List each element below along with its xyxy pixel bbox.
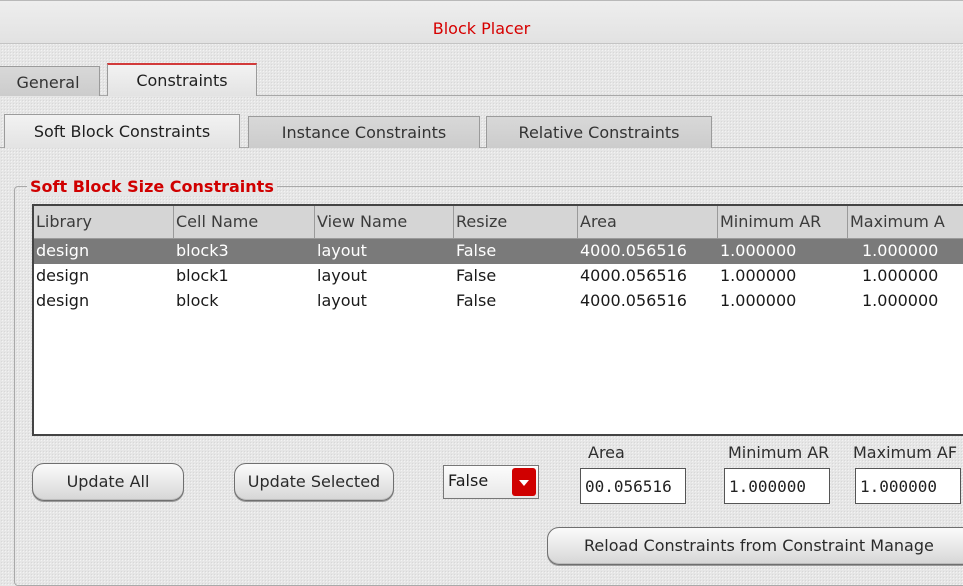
table-header: Library Cell Name View Name Resize Area … bbox=[34, 206, 963, 239]
column-header-library[interactable]: Library bbox=[34, 206, 174, 238]
tab-constraints-label: Constraints bbox=[136, 71, 228, 90]
cell-cell-name: block1 bbox=[176, 266, 229, 285]
cell-resize: False bbox=[456, 241, 497, 260]
cell-resize: False bbox=[456, 291, 497, 310]
column-header-cell-name[interactable]: Cell Name bbox=[174, 206, 315, 238]
column-header-minimum-ar[interactable]: Minimum AR bbox=[718, 206, 848, 238]
tab-constraints[interactable]: Constraints bbox=[107, 63, 257, 96]
constraints-table[interactable]: Library Cell Name View Name Resize Area … bbox=[32, 204, 963, 436]
column-header-view-name[interactable]: View Name bbox=[315, 206, 454, 238]
chevron-down-icon[interactable] bbox=[512, 468, 536, 496]
cell-view-name: layout bbox=[317, 291, 367, 310]
resize-select[interactable]: False bbox=[443, 465, 539, 499]
area-input[interactable]: 00.056516 bbox=[580, 468, 686, 504]
cell-maximum-ar: 1.000000 bbox=[862, 241, 939, 260]
minimum-ar-input[interactable]: 1.000000 bbox=[724, 468, 830, 504]
tab-general-label: General bbox=[16, 73, 80, 92]
group-title: Soft Block Size Constraints bbox=[27, 177, 277, 196]
table-row[interactable]: design block3 layout False 4000.056516 1… bbox=[34, 239, 963, 264]
maximum-ar-input[interactable]: 1.000000 bbox=[855, 468, 961, 504]
tab-instance-constraints[interactable]: Instance Constraints bbox=[248, 116, 480, 148]
maximum-ar-label: Maximum AF bbox=[853, 443, 958, 462]
tab-relative-constraints[interactable]: Relative Constraints bbox=[486, 116, 712, 148]
area-label: Area bbox=[588, 443, 625, 462]
window-title: Block Placer bbox=[432, 19, 531, 38]
table-row[interactable]: design block1 layout False 4000.056516 1… bbox=[34, 264, 963, 289]
cell-minimum-ar: 1.000000 bbox=[720, 241, 797, 260]
title-bar: Block Placer bbox=[0, 0, 963, 44]
minimum-ar-label: Minimum AR bbox=[728, 443, 830, 462]
cell-library: design bbox=[36, 241, 90, 260]
cell-library: design bbox=[36, 266, 90, 285]
cell-view-name: layout bbox=[317, 266, 367, 285]
cell-maximum-ar: 1.000000 bbox=[862, 291, 939, 310]
column-header-area[interactable]: Area bbox=[578, 206, 718, 238]
column-header-resize[interactable]: Resize bbox=[454, 206, 578, 238]
cell-view-name: layout bbox=[317, 241, 367, 260]
column-header-maximum-ar[interactable]: Maximum A bbox=[848, 206, 963, 238]
cell-maximum-ar: 1.000000 bbox=[862, 266, 939, 285]
update-all-button[interactable]: Update All bbox=[32, 463, 184, 501]
reload-constraints-button[interactable]: Reload Constraints from Constraint Manag… bbox=[547, 527, 963, 565]
cell-area: 4000.056516 bbox=[580, 241, 687, 260]
tab-general[interactable]: General bbox=[0, 66, 100, 96]
cell-cell-name: block bbox=[176, 291, 219, 310]
tab-soft-block-constraints[interactable]: Soft Block Constraints bbox=[4, 114, 240, 148]
cell-library: design bbox=[36, 291, 90, 310]
table-row[interactable]: design block layout False 4000.056516 1.… bbox=[34, 289, 963, 314]
cell-minimum-ar: 1.000000 bbox=[720, 266, 797, 285]
resize-select-value: False bbox=[448, 471, 489, 490]
cell-area: 4000.056516 bbox=[580, 266, 687, 285]
tab-relative-label: Relative Constraints bbox=[518, 123, 680, 142]
update-selected-button[interactable]: Update Selected bbox=[234, 463, 394, 501]
cell-minimum-ar: 1.000000 bbox=[720, 291, 797, 310]
cell-area: 4000.056516 bbox=[580, 291, 687, 310]
tab-soft-block-label: Soft Block Constraints bbox=[33, 122, 211, 141]
tab-instance-label: Instance Constraints bbox=[281, 123, 447, 142]
cell-resize: False bbox=[456, 266, 497, 285]
cell-cell-name: block3 bbox=[176, 241, 229, 260]
